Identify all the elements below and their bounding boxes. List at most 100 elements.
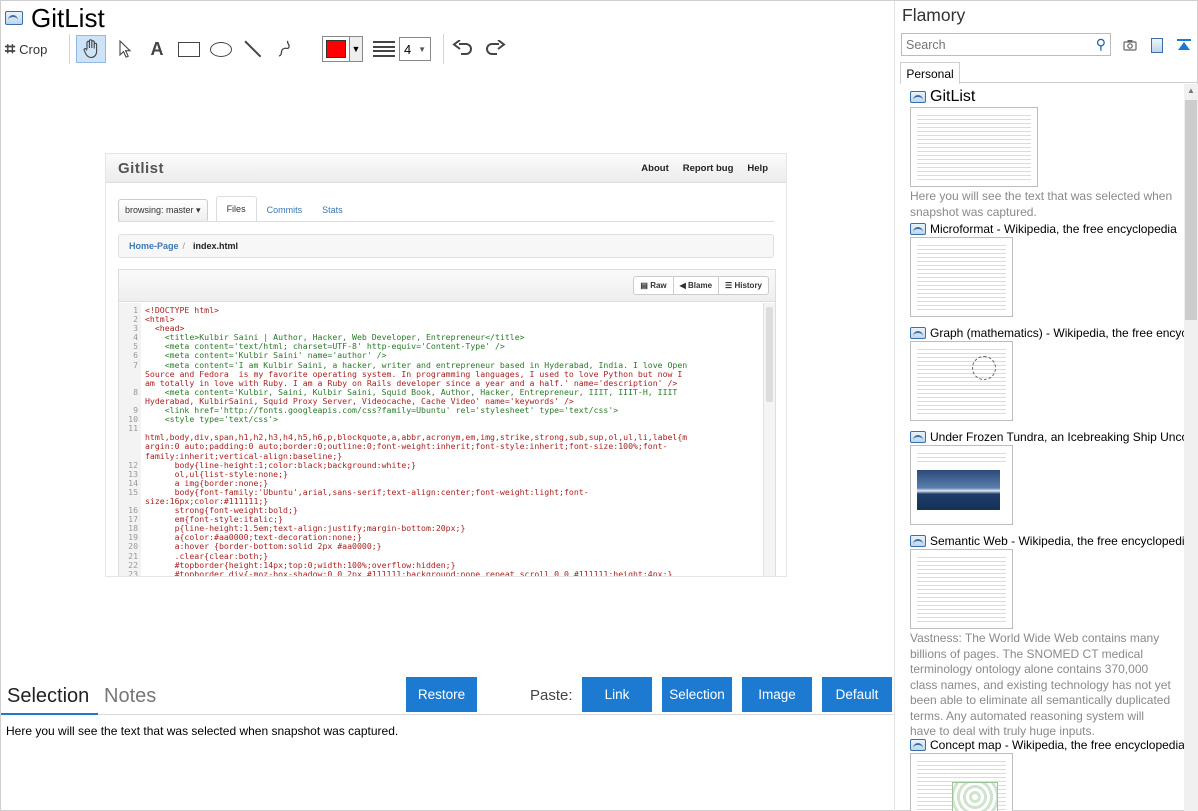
entry-title-row: Graph (mathematics) - Wikipedia, the fre… bbox=[910, 326, 1184, 340]
list-item[interactable]: Microformat - Wikipedia, the free encycl… bbox=[910, 222, 1184, 317]
line-number-gutter: 1234567 8 9 10 11 12 13 14 15 16 17 18 19 20 21 22 2… bbox=[119, 303, 141, 576]
list-item[interactable]: Semantic Web - Wikipedia, the free encyc… bbox=[910, 534, 1184, 740]
file-actions: ▤ Raw ◀ Blame ☰ History bbox=[633, 276, 769, 295]
document-title-row: GitList bbox=[5, 3, 105, 33]
pane-divider[interactable] bbox=[894, 1, 895, 811]
entry-thumbnail bbox=[910, 237, 1013, 317]
entry-title-row: Microformat - Wikipedia, the free encycl… bbox=[910, 222, 1184, 236]
tab-divider bbox=[98, 714, 893, 715]
toolbar-separator bbox=[443, 34, 444, 64]
freehand-icon bbox=[278, 40, 290, 57]
select-tool-button[interactable] bbox=[112, 35, 138, 63]
entry-title: Microformat - Wikipedia, the free encycl… bbox=[930, 222, 1177, 236]
entry-title-row: GitList bbox=[910, 88, 1184, 106]
entry-description: Here you will see the text that was sele… bbox=[910, 189, 1173, 219]
chevron-down-icon: ▼ bbox=[349, 37, 362, 61]
entry-thumbnail bbox=[910, 107, 1038, 187]
crop-icon: ⌗ bbox=[5, 38, 16, 59]
entry-thumbnail bbox=[910, 549, 1013, 629]
tab-files: Files bbox=[215, 196, 257, 222]
breadcrumb-root: Home-Page bbox=[129, 241, 179, 251]
breadcrumb: Home-Page / index.html bbox=[118, 234, 774, 258]
branch-label: browsing: master bbox=[125, 205, 194, 215]
list-item[interactable]: Under Frozen Tundra, an Icebreaking Ship… bbox=[910, 430, 1184, 525]
scrollbar-thumb[interactable] bbox=[1185, 100, 1197, 320]
line-width-icon bbox=[373, 41, 395, 57]
entry-title-row: Under Frozen Tundra, an Icebreaking Ship… bbox=[910, 430, 1184, 444]
search-box[interactable]: ⚲ bbox=[901, 33, 1111, 56]
nav-link-about: About bbox=[641, 162, 669, 174]
history-button: ☰ History bbox=[718, 277, 768, 294]
rectangle-icon bbox=[178, 41, 200, 57]
history-label: History bbox=[734, 281, 762, 290]
code-line: <style type='text/css'> bbox=[145, 414, 279, 425]
paste-default-button[interactable]: Default bbox=[822, 677, 892, 712]
undo-button[interactable] bbox=[450, 35, 476, 63]
tab-personal[interactable]: Personal bbox=[900, 62, 960, 84]
page-icon[interactable] bbox=[1148, 36, 1166, 54]
ellipse-icon bbox=[210, 41, 232, 57]
snapshot-icon bbox=[5, 11, 23, 25]
annotation-toolbar: ⌗ Crop A ▼ 4 ▼ bbox=[5, 34, 514, 64]
hand-icon bbox=[83, 39, 98, 59]
tab-commits: Commits bbox=[266, 205, 303, 215]
entry-thumbnail bbox=[910, 341, 1013, 421]
code-lines: <!DOCTYPE html> <html> <head> <title>Kulb… bbox=[141, 303, 763, 577]
entry-description: Vastness: The World Wide Web contains ma… bbox=[910, 631, 1171, 738]
line-width-select[interactable]: 4 ▼ bbox=[399, 37, 431, 61]
paste-label: Paste: bbox=[530, 687, 573, 704]
color-swatch bbox=[326, 40, 346, 58]
blame-label: Blame bbox=[688, 281, 713, 290]
search-icon[interactable]: ⚲ bbox=[1096, 36, 1106, 53]
list-item[interactable]: Concept map - Wikipedia, the free encycl… bbox=[910, 738, 1184, 811]
code-line: #topborder div{-moz-box-shadow:0 0 2px #… bbox=[145, 568, 673, 577]
code-line: <html> bbox=[145, 314, 175, 325]
snapshot-image[interactable]: Gitlist About Report bug Help browsing: … bbox=[105, 153, 787, 577]
paste-link-button[interactable]: Link bbox=[582, 677, 652, 712]
color-picker[interactable]: ▼ bbox=[322, 36, 363, 62]
breadcrumb-file: index.html bbox=[193, 241, 239, 251]
file-viewer-header: ▤ Raw ◀ Blame ☰ History bbox=[119, 270, 775, 302]
list-item[interactable]: GitList Here you will see the text that … bbox=[910, 88, 1184, 220]
rectangle-tool-button[interactable] bbox=[176, 35, 202, 63]
crop-button[interactable]: ⌗ Crop bbox=[5, 35, 59, 63]
hand-tool-button[interactable] bbox=[76, 35, 106, 63]
gitlist-header: Gitlist About Report bug Help bbox=[106, 154, 786, 183]
file-viewer: ▤ Raw ◀ Blame ☰ History 1234567 8 9 10 11 … bbox=[118, 269, 776, 577]
pointer-icon bbox=[119, 40, 132, 58]
entry-thumbnail bbox=[910, 753, 1013, 811]
ellipse-tool-button[interactable] bbox=[208, 35, 234, 63]
tab-selection[interactable]: Selection bbox=[7, 685, 89, 708]
chevron-up-icon[interactable]: ▲ bbox=[1184, 86, 1198, 95]
tab-notes[interactable]: Notes bbox=[104, 685, 156, 708]
code-line: <!DOCTYPE html> bbox=[145, 305, 219, 315]
blame-button: ◀ Blame bbox=[672, 277, 718, 294]
entry-thumbnail bbox=[910, 445, 1013, 525]
redo-button[interactable] bbox=[482, 35, 508, 63]
line-tool-button[interactable] bbox=[240, 35, 266, 63]
snapshot-icon bbox=[910, 327, 926, 339]
list-item[interactable]: Graph (mathematics) - Wikipedia, the fre… bbox=[910, 326, 1184, 421]
list-scrollbar[interactable]: ▲ bbox=[1184, 84, 1198, 811]
raw-button: ▤ Raw bbox=[640, 281, 667, 290]
entry-title-row: Concept map - Wikipedia, the free encycl… bbox=[910, 738, 1184, 752]
app-title: Flamory bbox=[902, 5, 966, 25]
tab-divider bbox=[960, 82, 1198, 83]
entry-title-row: Semantic Web - Wikipedia, the free encyc… bbox=[910, 534, 1184, 548]
paste-image-button[interactable]: Image bbox=[742, 677, 812, 712]
gitlist-tabs: browsing: master ▾ Files Commits Stats bbox=[118, 196, 353, 222]
freehand-tool-button[interactable] bbox=[272, 35, 298, 63]
redo-icon bbox=[486, 40, 506, 55]
entry-title: Concept map - Wikipedia, the free encycl… bbox=[930, 738, 1184, 752]
paste-selection-button[interactable]: Selection bbox=[662, 677, 732, 712]
text-tool-button[interactable]: A bbox=[144, 35, 170, 63]
undo-icon bbox=[452, 40, 472, 55]
selection-text[interactable]: Here you will see the text that was sele… bbox=[6, 724, 398, 738]
collapse-top-icon[interactable] bbox=[1175, 36, 1193, 54]
search-input[interactable] bbox=[906, 37, 1076, 52]
nav-link-report-bug: Report bug bbox=[682, 162, 734, 174]
restore-button[interactable]: Restore bbox=[406, 677, 477, 712]
document-title: GitList bbox=[31, 2, 105, 33]
camera-icon[interactable] bbox=[1121, 36, 1139, 54]
line-width-value: 4 bbox=[404, 41, 412, 57]
